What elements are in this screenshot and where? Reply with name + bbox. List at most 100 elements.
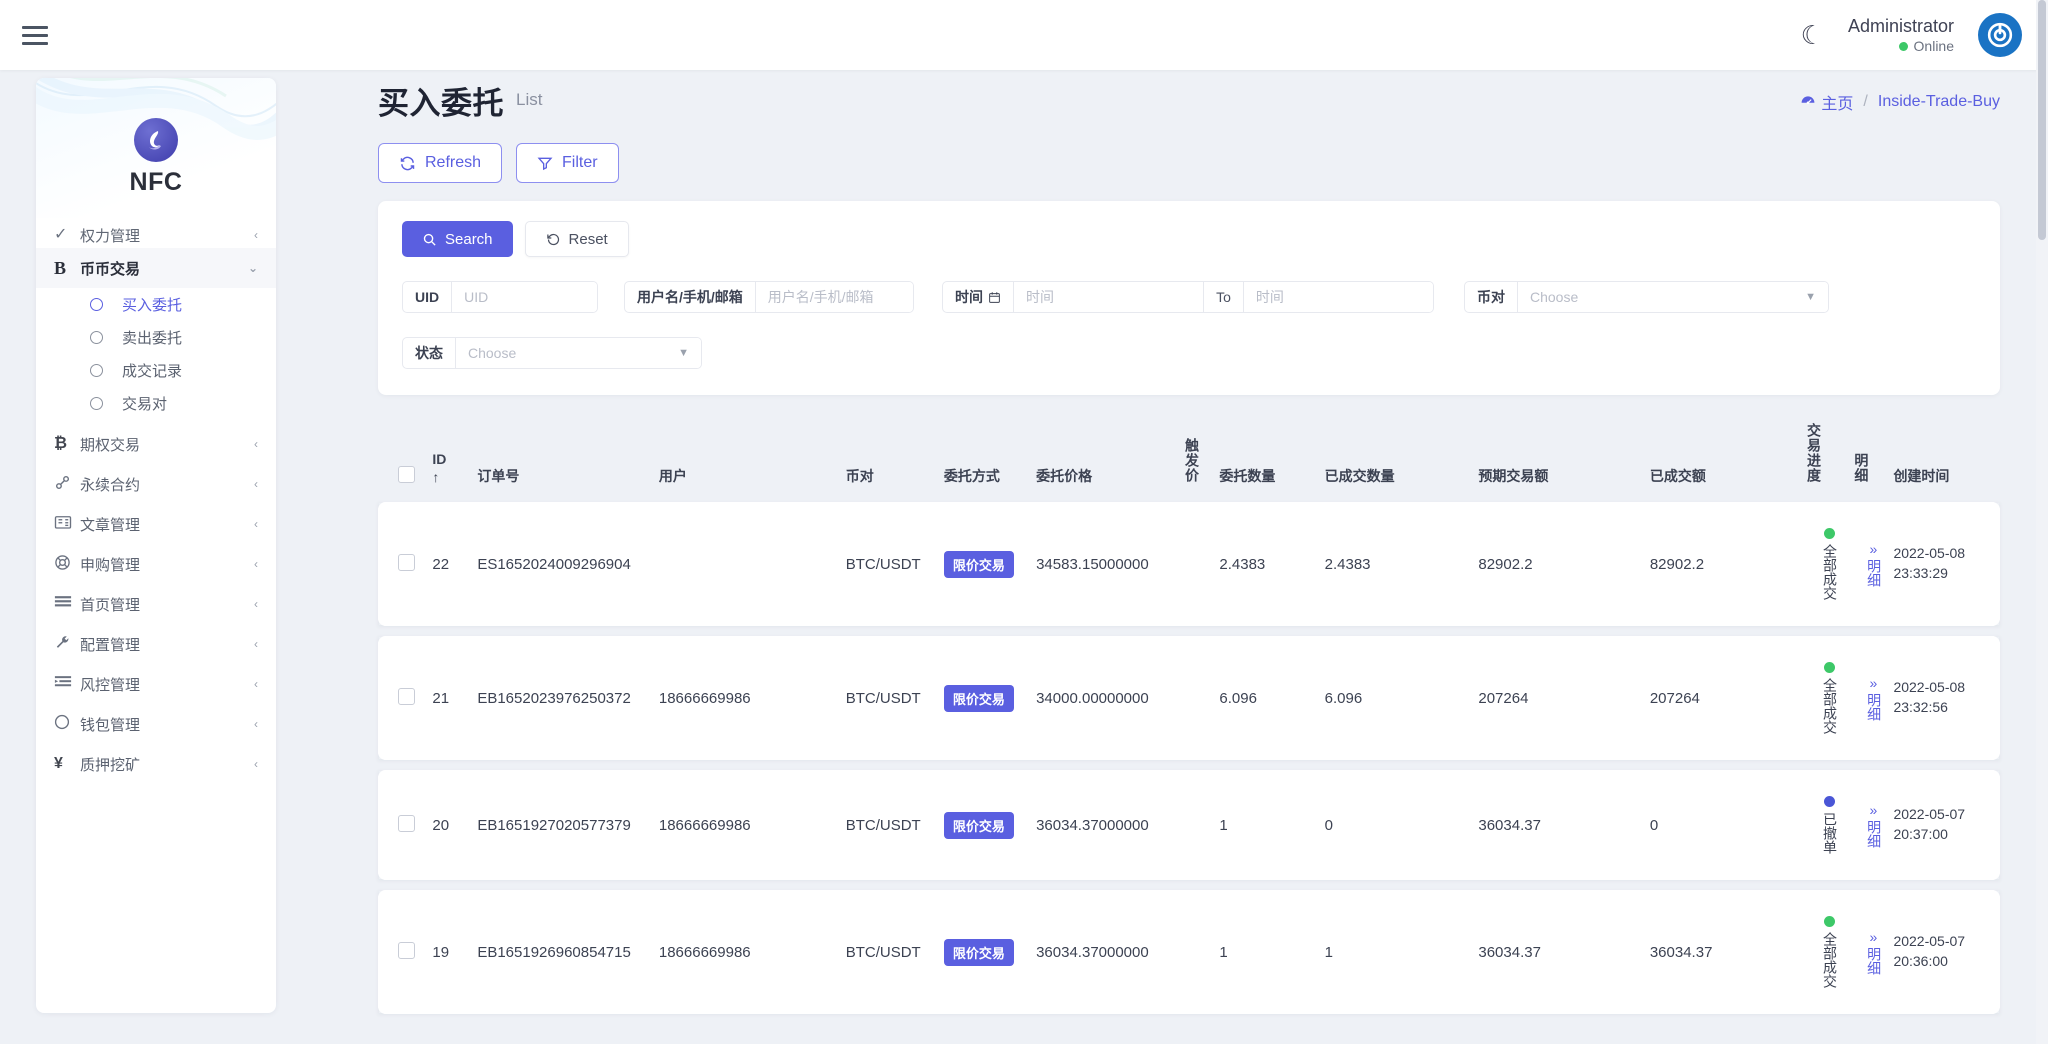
cell-pair: BTC/USDT xyxy=(846,890,944,1014)
cell-select xyxy=(378,636,432,760)
detail-label: 明细 xyxy=(1865,559,1883,587)
search-button[interactable]: Search xyxy=(402,221,513,257)
cell-price: 36034.37000000 xyxy=(1036,770,1184,880)
order-type-badge: 限价交易 xyxy=(944,812,1014,839)
cell-type: 限价交易 xyxy=(944,890,1036,1014)
sidebar-subitem-sell-order[interactable]: 卖出委托 xyxy=(36,321,276,354)
th-trigger: 触发价 xyxy=(1184,423,1219,492)
cell-pair: BTC/USDT xyxy=(846,502,944,626)
cell-user xyxy=(659,502,846,626)
cell-detail: » 明细 xyxy=(1853,890,1893,1014)
sidebar-item-subscription-manage[interactable]: 申购管理 ‹ xyxy=(36,544,276,584)
status-select[interactable]: Choose ▼ xyxy=(455,338,701,368)
power-icon xyxy=(1987,22,2013,48)
cell-filled-amount: 1 xyxy=(1325,890,1479,1014)
pair-label: 币对 xyxy=(1465,282,1517,312)
th-order-no: 订单号 xyxy=(477,423,659,492)
newspaper-icon xyxy=(54,514,80,534)
wrench-icon: ✓ xyxy=(54,227,80,243)
status-select-value: Choose xyxy=(468,345,516,361)
detail-label: 明细 xyxy=(1865,820,1883,848)
chevron-left-icon: ‹ xyxy=(254,228,258,242)
sidebar-item-article-manage[interactable]: 文章管理 ‹ xyxy=(36,504,276,544)
cell-created-time: 2022-05-08 23:33:29 xyxy=(1893,502,2000,626)
row-checkbox[interactable] xyxy=(398,942,415,959)
cell-filled-amount: 0 xyxy=(1325,770,1479,880)
detail-link[interactable]: » 明细 xyxy=(1853,929,1893,975)
sidebar-item-label: 钱包管理 xyxy=(80,714,254,735)
refresh-button[interactable]: Refresh xyxy=(378,143,502,183)
time-to-input[interactable] xyxy=(1243,282,1433,312)
cell-amount: 2.4383 xyxy=(1219,502,1324,626)
th-type: 委托方式 xyxy=(944,423,1036,492)
user-input[interactable] xyxy=(755,282,913,312)
main-content: 买入委托 List 主页 / Inside-Trade-Buy Refresh xyxy=(378,78,2000,1024)
cell-select xyxy=(378,890,432,1014)
cell-created-time: 2022-05-07 20:36:00 xyxy=(1893,890,2000,1014)
th-id-label: ID xyxy=(432,451,477,469)
th-id[interactable]: ID ↑ xyxy=(432,423,477,492)
scrollbar-thumb[interactable] xyxy=(2038,0,2046,240)
sidebar-item-staking-mining[interactable]: ¥ 质押挖矿 ‹ xyxy=(36,744,276,784)
reset-button[interactable]: Reset xyxy=(525,221,629,257)
bitcoin-icon: ₿ xyxy=(54,436,80,452)
sidebar-subitem-buy-order[interactable]: 买入委托 xyxy=(36,288,276,321)
user-block[interactable]: Administrator Online xyxy=(1848,15,1954,55)
row-checkbox[interactable] xyxy=(398,554,415,571)
time-from-input[interactable] xyxy=(1013,282,1203,312)
table-row[interactable]: 21 EB1652023976250372 18666669986 BTC/US… xyxy=(378,636,2000,760)
cell-expected-total: 36034.37 xyxy=(1478,890,1649,1014)
detail-link[interactable]: » 明细 xyxy=(1853,675,1893,721)
sidebar-item-risk-manage[interactable]: 风控管理 ‹ xyxy=(36,664,276,704)
detail-link[interactable]: » 明细 xyxy=(1853,802,1893,848)
double-chevron-icon: » xyxy=(1869,802,1877,820)
sidebar-item-coin-trade[interactable]: B 币币交易 ⌄ xyxy=(36,248,276,288)
cell-order-no: EB1651926960854715 xyxy=(477,890,659,1014)
cell-id: 22 xyxy=(432,502,477,626)
filter-button[interactable]: Filter xyxy=(516,143,619,183)
sidebar-item-wallet-manage[interactable]: 钱包管理 ‹ xyxy=(36,704,276,744)
sidebar-subitem-trade-record[interactable]: 成交记录 xyxy=(36,354,276,387)
refresh-label: Refresh xyxy=(425,154,481,172)
cell-order-no: ES1652024009296904 xyxy=(477,502,659,626)
breadcrumb-home-link[interactable]: 主页 xyxy=(1800,90,1853,114)
cell-price: 36034.37000000 xyxy=(1036,890,1184,1014)
chevron-left-icon: ‹ xyxy=(254,637,258,651)
th-trigger-label: 触发价 xyxy=(1184,438,1200,483)
avatar[interactable] xyxy=(1978,13,2022,57)
sidebar-item-option-trade[interactable]: ₿ 期权交易 ‹ xyxy=(36,424,276,464)
cell-expected-total: 36034.37 xyxy=(1478,770,1649,880)
table-row[interactable]: 19 EB1651926960854715 18666669986 BTC/US… xyxy=(378,890,2000,1014)
filters-row-1: UID 用户名/手机/邮箱 时间 To xyxy=(402,281,1976,313)
progress-dot-icon xyxy=(1824,528,1835,539)
cell-created-time: 2022-05-07 20:37:00 xyxy=(1893,770,2000,880)
sidebar-item-perpetual-contract[interactable]: 永续合约 ‹ xyxy=(36,464,276,504)
order-type-badge: 限价交易 xyxy=(944,685,1014,712)
sidebar-item-homepage-manage[interactable]: 首页管理 ‹ xyxy=(36,584,276,624)
th-filled-total: 已成交额 xyxy=(1650,423,1806,492)
cell-filled-total: 207264 xyxy=(1650,636,1806,760)
status-label: 状态 xyxy=(403,338,455,368)
created-date: 2022-05-07 xyxy=(1893,933,1965,949)
table-header-row: ID ↑ 订单号 用户 币对 委托方式 委托价格 触发价 委托数量 已成交数量 … xyxy=(378,423,2000,492)
cell-progress: 全部成交 xyxy=(1806,502,1853,626)
sidebar-item-config-manage[interactable]: 配置管理 ‹ xyxy=(36,624,276,664)
chevron-left-icon: ‹ xyxy=(254,477,258,491)
sidebar: NFC ✓ 权力管理 ‹ B 币币交易 ⌄ 买入委托 卖出委托 成交记录 交易对 xyxy=(36,78,276,1013)
table-row[interactable]: 22 ES1652024009296904 BTC/USDT 限价交易 3458… xyxy=(378,502,2000,626)
sidebar-item-label: 风控管理 xyxy=(80,674,254,695)
breadcrumb-current[interactable]: Inside-Trade-Buy xyxy=(1878,93,2000,111)
select-all-checkbox[interactable] xyxy=(398,466,415,483)
sidebar-subitem-trade-pair[interactable]: 交易对 xyxy=(36,387,276,420)
row-checkbox[interactable] xyxy=(398,815,415,832)
pair-select[interactable]: Choose ▼ xyxy=(1517,282,1828,312)
uid-input[interactable] xyxy=(451,282,597,312)
page-scrollbar[interactable] xyxy=(2036,0,2048,1044)
row-checkbox[interactable] xyxy=(398,688,415,705)
chevron-left-icon: ‹ xyxy=(254,757,258,771)
hamburger-icon[interactable] xyxy=(22,20,52,50)
sidebar-item-permission[interactable]: ✓ 权力管理 ‹ xyxy=(36,222,276,248)
table-row[interactable]: 20 EB1651927020577379 18666669986 BTC/US… xyxy=(378,770,2000,880)
moon-icon[interactable]: ☾ xyxy=(1801,22,1824,48)
detail-link[interactable]: » 明细 xyxy=(1853,541,1893,587)
